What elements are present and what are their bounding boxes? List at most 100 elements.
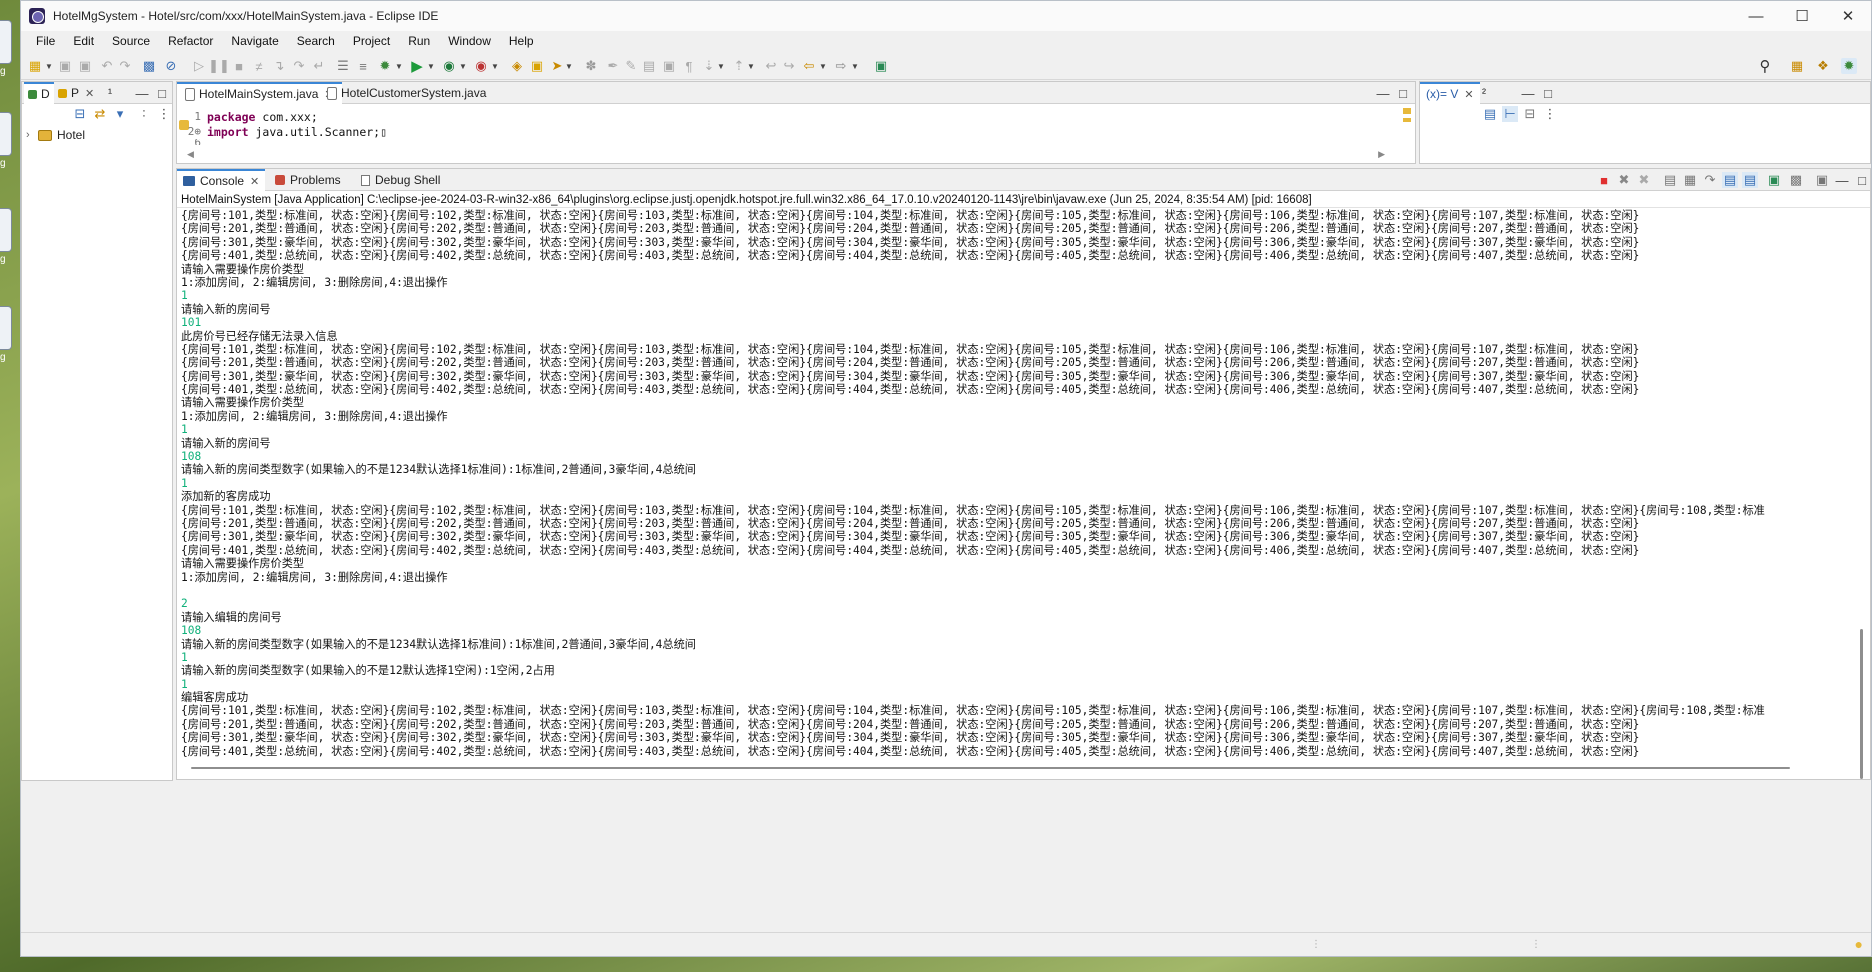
toggle-highlight-icon[interactable]: ✒ [605, 58, 621, 74]
remove-all-launches-icon[interactable]: ✖ [1636, 172, 1652, 188]
step-return-icon[interactable]: ↵ [311, 58, 327, 74]
java-ee-perspective-icon[interactable]: ❖ [1815, 58, 1831, 74]
code-line[interactable]: 6 [177, 139, 207, 145]
external-tools-dropdown-icon[interactable]: ▼ [491, 58, 499, 74]
debug-perspective-icon[interactable]: ✹ [1841, 58, 1857, 74]
undo-icon[interactable]: ↶ [99, 58, 115, 74]
previous-annotation-icon[interactable]: ⇡ [731, 58, 747, 74]
menu-window[interactable]: Window [439, 31, 500, 51]
tree-item-hotel[interactable]: › Hotel [26, 126, 172, 144]
maximize-icon[interactable]: □ [1854, 172, 1870, 188]
menu-project[interactable]: Project [344, 31, 399, 51]
code-line[interactable]: 1 package com.xxx; [177, 109, 317, 124]
maximize-icon[interactable]: □ [1395, 85, 1411, 101]
scroll-left-icon[interactable]: ◀ [187, 149, 194, 161]
show-whitespace-icon[interactable]: ▣ [661, 58, 677, 74]
previous-annotation-dropdown-icon[interactable]: ▼ [747, 58, 755, 74]
mark-occurrences-icon[interactable]: ✽ [583, 58, 599, 74]
console-horizontal-scrollbar[interactable] [191, 763, 1790, 773]
tab-d[interactable]: D [24, 82, 54, 104]
remove-launch-icon[interactable]: ✖ [1616, 172, 1632, 188]
tab-hotelcustomersystem[interactable]: HotelCustomerSystem.java [319, 82, 494, 104]
tab-hotelmainsystem[interactable]: HotelMainSystem.java ✕ [177, 82, 342, 104]
word-wrap-icon[interactable]: ↷ [1702, 172, 1718, 188]
skip-breakpoints-icon[interactable]: ⊘ [163, 58, 179, 74]
scroll-thumb[interactable] [1860, 629, 1863, 779]
debug-icon[interactable]: ✹ [377, 58, 393, 74]
word-wrap-icon[interactable]: ▤ [641, 58, 657, 74]
run-dropdown-icon[interactable]: ▼ [427, 58, 435, 74]
new-icon[interactable]: ▦ [27, 58, 43, 74]
maximize-icon[interactable]: □ [154, 85, 170, 101]
paragraph-icon[interactable]: ¶ [681, 58, 697, 74]
menu-file[interactable]: File [27, 31, 64, 51]
close-window-button[interactable]: ✕ [1825, 1, 1871, 31]
menu-edit[interactable]: Edit [64, 31, 103, 51]
forward-dropdown-icon[interactable]: ▼ [851, 58, 859, 74]
next-annotation-icon[interactable]: ⇣ [701, 58, 717, 74]
open-folder-icon[interactable]: ▣ [529, 58, 545, 74]
next-annotation-dropdown-icon[interactable]: ▼ [717, 58, 725, 74]
open-type-icon[interactable]: ➤ [549, 58, 565, 74]
menu-source[interactable]: Source [103, 31, 159, 51]
redo-icon[interactable]: ↷ [117, 58, 133, 74]
scroll-lock-icon[interactable]: ▦ [1682, 172, 1698, 188]
view-overflow[interactable]: ² [1482, 82, 1486, 104]
last-edit-icon[interactable]: ↩ [763, 58, 779, 74]
view-overflow[interactable]: ¹ [108, 82, 112, 104]
editor-horizontal-scrollbar[interactable]: ◀ ▶ [187, 149, 1385, 161]
view-menu-icon[interactable]: ⋮ [156, 106, 172, 122]
show-on-stdout-icon[interactable]: ▤ [1722, 172, 1738, 188]
tab-debug-shell[interactable]: Debug Shell [355, 169, 446, 191]
save-all-icon[interactable]: ▣ [77, 58, 93, 74]
code-line[interactable]: 2⊕ import java.util.Scanner;▯ [177, 124, 387, 139]
pin-editor-icon[interactable]: ▣ [873, 58, 889, 74]
new-java-project-icon[interactable]: ◈ [509, 58, 525, 74]
console-vertical-scrollbar[interactable] [1856, 209, 1868, 779]
coverage-icon[interactable]: ≡ [355, 58, 371, 74]
clear-console-icon[interactable]: ▤ [1662, 172, 1678, 188]
external-tools-icon[interactable]: ◉ [473, 58, 489, 74]
show-type-names-icon[interactable]: ▤ [1482, 106, 1498, 122]
close-icon[interactable]: ✕ [85, 87, 94, 100]
chevron-right-icon[interactable]: › [26, 129, 38, 141]
run-icon[interactable]: ▶ [409, 58, 425, 75]
search-icon[interactable]: ⚲ [1757, 58, 1773, 75]
save-icon[interactable]: ▣ [57, 58, 73, 74]
open-console-icon[interactable]: ▣ [1814, 172, 1830, 188]
disconnect-icon[interactable]: ≠ [251, 58, 267, 74]
tasks-icon[interactable]: ☰ [335, 58, 351, 74]
terminal-icon[interactable]: ▩ [141, 58, 157, 74]
resume-icon[interactable]: ▷ [191, 58, 207, 74]
collapse-all-icon[interactable]: ⊟ [72, 106, 88, 122]
block-selection-icon[interactable]: ✎ [623, 58, 639, 74]
step-over-icon[interactable]: ↷ [291, 58, 307, 74]
tip-icon[interactable]: ● [1855, 936, 1863, 952]
collapse-all-icon[interactable]: ⊟ [1522, 106, 1538, 122]
link-editor-icon[interactable]: ⇄ [92, 106, 108, 122]
terminate-icon[interactable]: ■ [231, 58, 247, 74]
filter-icon[interactable]: ▾ [112, 106, 128, 122]
editor-overview-ruler[interactable] [1403, 118, 1411, 122]
show-logical-structure-icon[interactable]: ⊢ [1502, 106, 1518, 122]
back-dropdown-icon[interactable]: ▼ [819, 58, 827, 74]
open-type-dropdown-icon[interactable]: ▼ [565, 58, 573, 74]
open-perspective-icon[interactable]: ▦ [1789, 58, 1805, 74]
tab-console[interactable]: Console ✕ [177, 169, 266, 191]
suspend-icon[interactable]: ❚❚ [208, 58, 230, 74]
new-dropdown-icon[interactable]: ▼ [45, 58, 53, 74]
maximize-icon[interactable]: □ [1540, 85, 1556, 101]
debug-dropdown-icon[interactable]: ▼ [395, 58, 403, 74]
coverage-dropdown-icon[interactable]: ▼ [459, 58, 467, 74]
minimize-icon[interactable]: — [1520, 85, 1536, 101]
tab-p[interactable]: P ✕ [56, 82, 94, 104]
forward-icon[interactable]: ⇨ [833, 58, 849, 74]
minimize-button[interactable]: — [1733, 1, 1779, 31]
close-icon[interactable]: ✕ [250, 175, 259, 188]
minimize-icon[interactable]: — [1834, 172, 1850, 188]
editor-overview-ruler[interactable] [1403, 108, 1411, 114]
desktop-icon[interactable] [0, 306, 12, 350]
pin-console-icon[interactable]: ▣ [1766, 172, 1782, 188]
minimize-icon[interactable]: — [1375, 85, 1391, 101]
close-icon[interactable]: ✕ [1464, 88, 1473, 101]
